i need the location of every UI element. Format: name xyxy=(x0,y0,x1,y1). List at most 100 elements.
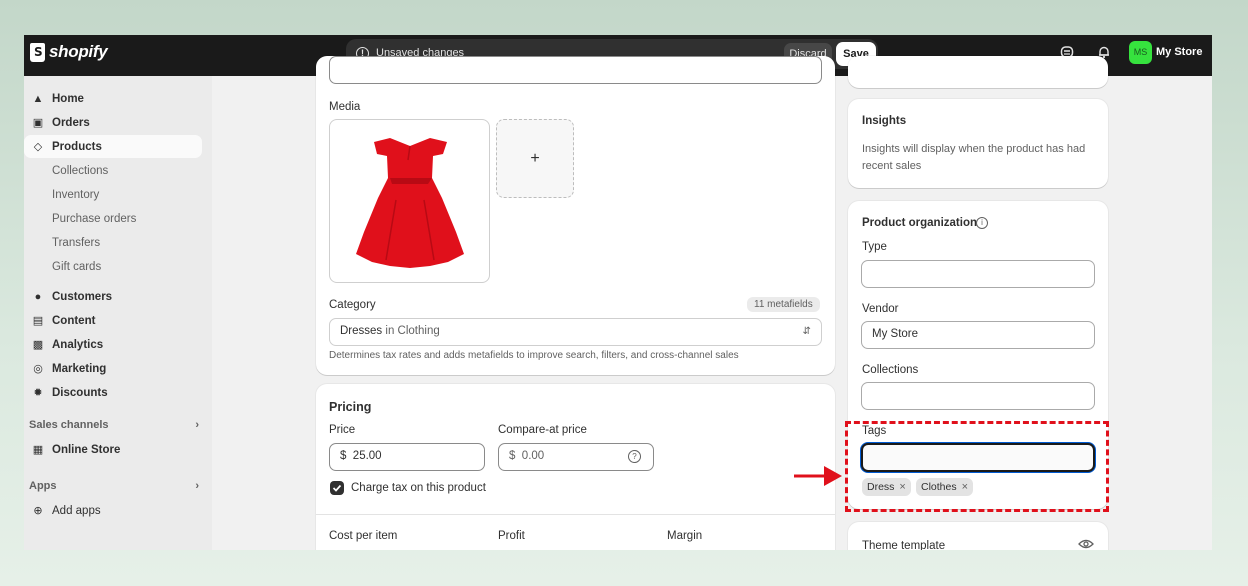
organization-title: Product organization xyxy=(862,217,977,229)
pricing-card: Pricing Price Compare-at price $ 25.00 $… xyxy=(316,384,835,550)
tag-icon: ◇ xyxy=(33,141,43,153)
info-icon[interactable]: i xyxy=(976,217,988,229)
compare-price-input[interactable]: $ 0.00 ? xyxy=(498,443,654,471)
category-select[interactable]: Dresses in Clothing ⇵ xyxy=(329,318,822,346)
highlight-box xyxy=(845,421,1109,512)
chevron-right-icon: › xyxy=(195,480,199,492)
product-image[interactable] xyxy=(329,119,490,283)
charge-tax-label: Charge tax on this product xyxy=(351,482,486,494)
sidebar-item-label: Content xyxy=(52,314,96,327)
collections-input[interactable] xyxy=(861,382,1095,410)
select-chevron-icon: ⇵ xyxy=(802,326,811,337)
red-arrow-icon xyxy=(794,466,842,486)
eye-icon[interactable] xyxy=(1078,537,1094,550)
insights-card: Insights Insights will display when the … xyxy=(848,99,1108,188)
sidebar-item-transfers[interactable]: Transfers xyxy=(24,231,202,254)
chevron-right-icon: › xyxy=(195,419,199,431)
metafields-badge[interactable]: 11 metafields xyxy=(747,297,820,312)
currency-symbol: $ xyxy=(509,450,516,462)
sidebar-item-label: Home xyxy=(52,92,84,105)
target-icon: ◎ xyxy=(33,363,43,375)
sidebar-item-label: Collections xyxy=(52,164,109,177)
compare-price-label: Compare-at price xyxy=(498,424,587,436)
compare-price-placeholder: 0.00 xyxy=(521,450,545,462)
red-dress-image xyxy=(356,138,464,268)
price-label: Price xyxy=(329,424,356,436)
inbox-icon: ▣ xyxy=(32,117,44,129)
sales-channels-label: Sales channels xyxy=(29,419,109,431)
profit-label: Profit xyxy=(498,530,525,542)
sidebar-item-label: Orders xyxy=(52,116,90,129)
divider xyxy=(316,514,835,515)
store-icon: ▦ xyxy=(32,444,44,456)
sidebar-item-label: Add apps xyxy=(52,504,101,517)
apps-header[interactable]: Apps › xyxy=(29,480,199,492)
sidebar-item-gift-cards[interactable]: Gift cards xyxy=(24,255,202,278)
sidebar-item-label: Discounts xyxy=(52,386,108,399)
sidebar-item-analytics[interactable]: ▩ Analytics xyxy=(24,333,202,356)
store-avatar[interactable]: MS xyxy=(1129,41,1152,64)
theme-template-card: Theme template xyxy=(848,522,1108,550)
person-icon: ● xyxy=(34,290,42,303)
sidebar-item-purchase-orders[interactable]: Purchase orders xyxy=(24,207,202,230)
status-card-bottom xyxy=(848,56,1108,88)
shopify-bag-icon xyxy=(30,42,45,62)
price-value: 25.00 xyxy=(352,450,382,462)
sidebar-item-label: Analytics xyxy=(52,338,104,351)
category-value: Dresses xyxy=(340,325,383,337)
content-icon: ▤ xyxy=(32,315,44,327)
insights-text: Insights will display when the product h… xyxy=(862,143,1086,172)
pricing-title: Pricing xyxy=(329,400,372,414)
vendor-label: Vendor xyxy=(862,303,899,315)
vendor-input[interactable]: My Store xyxy=(861,321,1095,349)
sidebar-item-orders[interactable]: ▣ Orders xyxy=(24,111,202,134)
sidebar-item-label: Inventory xyxy=(52,188,100,201)
sidebar-item-content[interactable]: ▤ Content xyxy=(24,309,202,332)
brand-wordmark: shopify xyxy=(49,42,108,61)
margin-label: Margin xyxy=(667,530,703,542)
type-label: Type xyxy=(862,241,887,253)
theme-template-title: Theme template xyxy=(862,540,946,550)
product-details-card: Media + Category 11 metafields Dresses i… xyxy=(316,56,835,375)
sales-channels-header[interactable]: Sales channels › xyxy=(29,419,199,431)
sidebar-item-customers[interactable]: ● Customers xyxy=(24,285,202,308)
category-label: Category xyxy=(329,299,376,311)
category-help-text: Determines tax rates and adds metafields… xyxy=(329,350,739,361)
media-label: Media xyxy=(329,101,361,113)
sidebar-item-add-apps[interactable]: ⊕ Add apps xyxy=(24,499,202,522)
sidebar-item-label: Products xyxy=(52,140,102,153)
store-name[interactable]: My Store xyxy=(1156,46,1202,58)
category-parent: in Clothing xyxy=(385,325,440,337)
help-icon[interactable]: ? xyxy=(628,450,641,463)
description-editor-bottom[interactable] xyxy=(329,56,822,84)
currency-symbol: $ xyxy=(340,450,347,462)
sidebar-item-products[interactable]: ◇ Products xyxy=(24,135,202,158)
bar-chart-icon: ▩ xyxy=(32,339,44,351)
apps-label: Apps xyxy=(29,480,57,492)
price-input[interactable]: $ 25.00 xyxy=(329,443,485,471)
sidebar-item-home[interactable]: ▲ Home xyxy=(24,87,202,110)
add-media-button[interactable]: + xyxy=(496,119,574,198)
sidebar-item-label: Customers xyxy=(52,290,113,303)
sidebar-item-online-store[interactable]: ▦ Online Store xyxy=(24,438,202,461)
sidebar-item-label: Online Store xyxy=(52,443,121,456)
sidebar-item-inventory[interactable]: Inventory xyxy=(24,183,202,206)
shopify-logo[interactable]: shopify xyxy=(30,42,108,62)
insights-title: Insights xyxy=(862,115,907,127)
sidebar-item-label: Purchase orders xyxy=(52,212,137,225)
sidebar-item-label: Transfers xyxy=(52,236,101,249)
sidebar-item-label: Gift cards xyxy=(52,260,102,273)
cost-per-item-label: Cost per item xyxy=(329,530,398,542)
charge-tax-checkbox[interactable] xyxy=(330,481,344,495)
sidebar: ▲ Home ▣ Orders ◇ Products Collections I… xyxy=(24,76,212,550)
plus-circle-icon: ⊕ xyxy=(33,505,43,517)
sidebar-item-collections[interactable]: Collections xyxy=(24,159,202,182)
collections-label: Collections xyxy=(862,364,919,376)
home-icon: ▲ xyxy=(32,92,44,105)
discount-icon: ✹ xyxy=(33,387,43,399)
check-icon xyxy=(332,484,342,492)
sidebar-item-discounts[interactable]: ✹ Discounts xyxy=(24,381,202,404)
type-input[interactable] xyxy=(861,260,1095,288)
sidebar-item-marketing[interactable]: ◎ Marketing xyxy=(24,357,202,380)
sidebar-item-label: Marketing xyxy=(52,362,107,375)
